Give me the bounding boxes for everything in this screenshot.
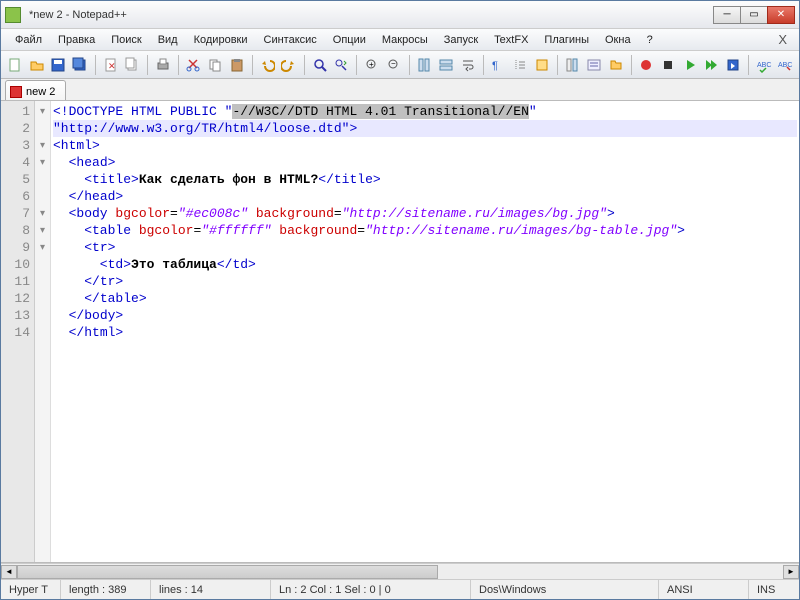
save-icon[interactable] bbox=[48, 54, 68, 76]
doc-map-icon[interactable] bbox=[562, 54, 582, 76]
cut-icon[interactable] bbox=[184, 54, 204, 76]
svg-text:ABC: ABC bbox=[778, 62, 792, 69]
separator bbox=[557, 55, 558, 75]
zoom-in-icon[interactable]: + bbox=[362, 54, 382, 76]
app-icon bbox=[5, 7, 21, 23]
menu-plugins[interactable]: Плагины bbox=[536, 32, 597, 48]
maximize-button[interactable]: ▭ bbox=[740, 6, 768, 24]
save-all-icon[interactable] bbox=[70, 54, 90, 76]
separator bbox=[409, 55, 410, 75]
user-lang-icon[interactable] bbox=[532, 54, 552, 76]
horizontal-scrollbar[interactable]: ◄ ► bbox=[1, 563, 799, 579]
svg-text:+: + bbox=[369, 60, 374, 69]
status-lines: lines : 14 bbox=[151, 580, 271, 599]
scroll-track[interactable] bbox=[17, 565, 783, 579]
menu-view[interactable]: Вид bbox=[150, 32, 186, 48]
status-insert: INS bbox=[749, 580, 799, 599]
svg-text:✕: ✕ bbox=[108, 61, 116, 71]
menu-edit[interactable]: Правка bbox=[50, 32, 103, 48]
play-macro-icon[interactable] bbox=[680, 54, 700, 76]
tab-new2[interactable]: new 2 bbox=[5, 80, 66, 100]
separator bbox=[356, 55, 357, 75]
record-macro-icon[interactable] bbox=[636, 54, 656, 76]
save-macro-icon[interactable] bbox=[723, 54, 743, 76]
menu-options[interactable]: Опции bbox=[325, 32, 374, 48]
func-list-icon[interactable] bbox=[584, 54, 604, 76]
close-all-icon[interactable] bbox=[122, 54, 142, 76]
toolbar-close-icon[interactable]: X bbox=[770, 30, 793, 49]
separator bbox=[304, 55, 305, 75]
play-multi-icon[interactable] bbox=[702, 54, 722, 76]
svg-text:ABC: ABC bbox=[757, 62, 771, 69]
undo-icon[interactable] bbox=[258, 54, 278, 76]
line-gutter: 1234567891011121314 bbox=[1, 101, 35, 562]
sync-h-icon[interactable] bbox=[436, 54, 456, 76]
new-file-icon[interactable] bbox=[5, 54, 25, 76]
status-lang: Hyper T bbox=[1, 580, 61, 599]
copy-icon[interactable] bbox=[205, 54, 225, 76]
spellcheck-icon[interactable]: ABC bbox=[754, 54, 774, 76]
fold-gutter[interactable]: ▾▾▾▾▾▾ bbox=[35, 101, 51, 562]
find-icon[interactable] bbox=[310, 54, 330, 76]
sync-v-icon[interactable] bbox=[414, 54, 434, 76]
wrap-icon[interactable] bbox=[458, 54, 478, 76]
redo-icon[interactable] bbox=[279, 54, 299, 76]
separator bbox=[95, 55, 96, 75]
separator bbox=[252, 55, 253, 75]
tabbar: new 2 bbox=[1, 79, 799, 101]
status-encoding: ANSI bbox=[659, 580, 749, 599]
open-file-icon[interactable] bbox=[27, 54, 47, 76]
menu-file[interactable]: Файл bbox=[7, 32, 50, 48]
menu-search[interactable]: Поиск bbox=[103, 32, 149, 48]
zoom-out-icon[interactable]: − bbox=[384, 54, 404, 76]
status-length: length : 389 bbox=[61, 580, 151, 599]
separator bbox=[178, 55, 179, 75]
indent-guide-icon[interactable] bbox=[510, 54, 530, 76]
status-eol: Dos\Windows bbox=[471, 580, 659, 599]
separator bbox=[483, 55, 484, 75]
statusbar: Hyper T length : 389 lines : 14 Ln : 2 C… bbox=[1, 579, 799, 599]
tab-label: new 2 bbox=[26, 86, 55, 98]
app-window: *new 2 - Notepad++ ─ ▭ ✕ Файл Правка Пои… bbox=[0, 0, 800, 600]
folder-workspace-icon[interactable] bbox=[606, 54, 626, 76]
print-icon[interactable] bbox=[153, 54, 173, 76]
window-title: *new 2 - Notepad++ bbox=[27, 9, 714, 21]
menu-help[interactable]: ? bbox=[639, 32, 661, 48]
code-area[interactable]: <!DOCTYPE HTML PUBLIC "-//W3C//DTD HTML … bbox=[51, 101, 799, 562]
minimize-button[interactable]: ─ bbox=[713, 6, 741, 24]
toolbar: ✕ + − ¶ ABC ABC bbox=[1, 51, 799, 79]
menu-macros[interactable]: Макросы bbox=[374, 32, 436, 48]
spellcheck-next-icon[interactable]: ABC bbox=[776, 54, 796, 76]
menu-syntax[interactable]: Синтаксис bbox=[256, 32, 325, 48]
titlebar: *new 2 - Notepad++ ─ ▭ ✕ bbox=[1, 1, 799, 29]
close-file-icon[interactable]: ✕ bbox=[101, 54, 121, 76]
scroll-right-icon[interactable]: ► bbox=[783, 565, 799, 579]
menu-windows[interactable]: Окна bbox=[597, 32, 639, 48]
separator bbox=[147, 55, 148, 75]
menu-textfx[interactable]: TextFX bbox=[486, 32, 536, 48]
unsaved-icon bbox=[10, 86, 22, 98]
editor[interactable]: 1234567891011121314 ▾▾▾▾▾▾ <!DOCTYPE HTM… bbox=[1, 101, 799, 563]
svg-text:−: − bbox=[391, 59, 396, 68]
paste-icon[interactable] bbox=[227, 54, 247, 76]
scroll-thumb[interactable] bbox=[17, 565, 438, 579]
menu-run[interactable]: Запуск bbox=[436, 32, 486, 48]
menu-encoding[interactable]: Кодировки bbox=[186, 32, 256, 48]
close-button[interactable]: ✕ bbox=[767, 6, 795, 24]
menubar: Файл Правка Поиск Вид Кодировки Синтакси… bbox=[1, 29, 799, 51]
scroll-left-icon[interactable]: ◄ bbox=[1, 565, 17, 579]
replace-icon[interactable] bbox=[332, 54, 352, 76]
separator bbox=[748, 55, 749, 75]
separator bbox=[631, 55, 632, 75]
svg-text:¶: ¶ bbox=[492, 60, 498, 72]
stop-macro-icon[interactable] bbox=[658, 54, 678, 76]
show-all-chars-icon[interactable]: ¶ bbox=[488, 54, 508, 76]
status-position: Ln : 2 Col : 1 Sel : 0 | 0 bbox=[271, 580, 471, 599]
